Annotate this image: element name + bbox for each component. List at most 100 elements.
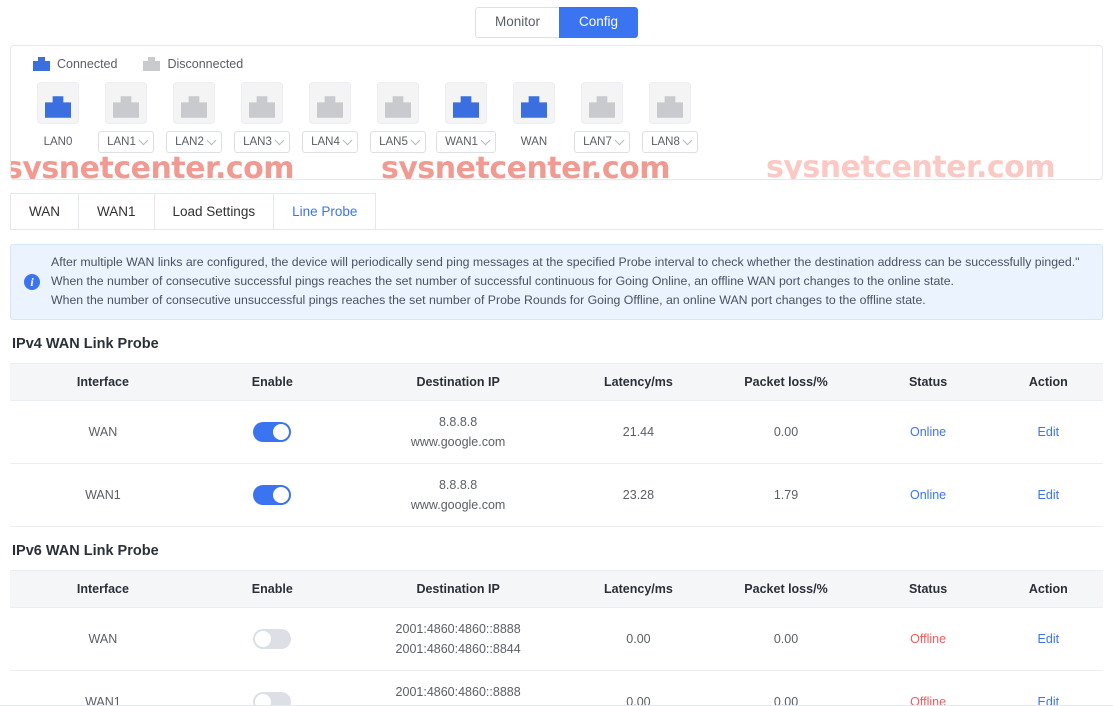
cell-latency: 21.44 — [567, 400, 710, 464]
tab-label: WAN1 — [97, 204, 136, 219]
destination-entry: www.google.com — [410, 435, 506, 449]
status-badge[interactable]: Online — [910, 425, 946, 439]
view-mode-switcher: Monitor Config — [0, 0, 1113, 45]
toggle-knob — [273, 487, 290, 503]
enable-toggle[interactable] — [253, 485, 292, 505]
rj45-disconnected-icon[interactable] — [581, 82, 623, 124]
cell-packet-loss: 0.00 — [709, 400, 863, 464]
port-lan4: LAN4 — [302, 82, 358, 153]
rj45-connected-icon[interactable] — [445, 82, 487, 124]
rj45-connected-icon[interactable] — [513, 82, 555, 124]
port-lan5: LAN5 — [370, 82, 426, 153]
legend-connected-label: Connected — [57, 57, 118, 71]
tab-wan[interactable]: WAN — [10, 193, 79, 229]
port-label-lan8[interactable]: LAN8 — [642, 131, 698, 153]
monitor-button[interactable]: Monitor — [474, 7, 559, 38]
rj45-connected-icon[interactable] — [37, 82, 79, 124]
port-label-text: LAN2 — [175, 136, 204, 148]
rj45-disconnected-icon[interactable] — [241, 82, 283, 124]
rj45-connected-icon — [33, 57, 50, 71]
monitor-config-segment: Monitor Config — [474, 7, 639, 38]
edit-link[interactable]: Edit — [1038, 425, 1060, 439]
edit-link[interactable]: Edit — [1038, 488, 1060, 502]
destination-entry: 8.8.8.8 — [438, 415, 478, 429]
cell-packet-loss: 0.00 — [709, 670, 863, 706]
ipv6-table-head: Interface Enable Destination IP Latency/ms P… — [10, 570, 1103, 608]
legend-disconnected: Disconnected — [143, 57, 243, 71]
tab-load-settings[interactable]: Load Settings — [153, 193, 275, 229]
tab-wan1[interactable]: WAN1 — [78, 193, 155, 229]
port-label-lan2[interactable]: LAN2 — [166, 131, 222, 153]
settings-tabs: WAN WAN1 Load Settings Line Probe — [10, 193, 1103, 230]
ipv4-header-row: Interface Enable Destination IP Latency/ms P… — [10, 363, 1103, 401]
cell-status: Offline — [862, 607, 994, 671]
chevron-down-icon — [206, 134, 217, 145]
info-line-3: When the number of consecutive unsuccess… — [51, 293, 926, 307]
ipv4-col-status: Status — [862, 363, 994, 401]
port-label-lan4[interactable]: LAN4 — [302, 131, 358, 153]
ipv6-col-status: Status — [862, 570, 994, 608]
port-lan1: LAN1 — [98, 82, 154, 153]
port-label-lan7[interactable]: LAN7 — [574, 131, 630, 153]
rj45-disconnected-icon[interactable] — [173, 82, 215, 124]
ipv6-col-interface: Interface — [10, 570, 196, 608]
watermark-right: sysnetcenter.com — [766, 150, 1056, 180]
tab-line-probe[interactable]: Line Probe — [273, 193, 377, 229]
port-label-text: LAN1 — [107, 136, 136, 148]
config-button[interactable]: Config — [558, 7, 639, 38]
info-line-2: When the number of consecutive successfu… — [51, 274, 954, 288]
enable-toggle[interactable] — [253, 422, 292, 442]
cell-enable — [195, 607, 349, 671]
info-line-1: After multiple WAN links are configured,… — [51, 255, 1080, 269]
rj45-disconnected-icon[interactable] — [649, 82, 691, 124]
chevron-down-icon — [480, 134, 491, 145]
destination-entry: 2001:4860:4860::8844 — [395, 642, 521, 656]
cell-status: Online — [862, 400, 994, 464]
chevron-down-icon — [410, 134, 421, 145]
toggle-knob — [273, 424, 290, 440]
ipv4-table-head: Interface Enable Destination IP Latency/ms P… — [10, 363, 1103, 401]
table-row: WAN 8.8.8.8 www.google.com 21.44 0.00 Online E… — [10, 400, 1103, 464]
edit-link[interactable]: Edit — [1038, 632, 1060, 646]
port-label-text: LAN0 — [43, 136, 73, 148]
enable-toggle[interactable] — [253, 692, 292, 706]
ipv4-col-enable: Enable — [195, 363, 349, 401]
port-list: LAN0 LAN1 LAN2 LAN3 LAN4 LAN5 WAN1 WAN LAN7 LAN8 — [11, 71, 1102, 153]
tab-label: WAN — [29, 204, 60, 219]
cell-latency: 0.00 — [567, 670, 710, 706]
info-banner: i After multiple WAN links are configure… — [10, 244, 1103, 320]
probe-content: IPv4 WAN Link Probe Interface Enable Desti… — [0, 336, 1113, 706]
port-label-lan5[interactable]: LAN5 — [370, 131, 426, 153]
info-icon: i — [24, 273, 40, 290]
ipv4-probe-table: Interface Enable Destination IP Latency/ms P… — [10, 363, 1103, 527]
port-label-lan3[interactable]: LAN3 — [234, 131, 290, 153]
cell-latency: 23.28 — [567, 463, 710, 527]
ipv4-col-interface: Interface — [10, 363, 196, 401]
status-badge[interactable]: Offline — [910, 632, 946, 646]
port-legend: Connected Disconnected — [11, 46, 1102, 71]
cell-interface: WAN — [10, 607, 196, 671]
legend-connected: Connected — [33, 57, 117, 71]
cell-interface: WAN1 — [10, 463, 196, 527]
rj45-disconnected-icon — [143, 57, 161, 71]
ipv6-col-action: Action — [993, 570, 1103, 608]
port-label-text: LAN8 — [651, 136, 680, 148]
status-badge[interactable]: Online — [910, 488, 946, 502]
port-label-wan1[interactable]: WAN1 — [436, 131, 496, 153]
chevron-down-icon — [138, 134, 149, 145]
rj45-disconnected-icon[interactable] — [377, 82, 419, 124]
ipv4-col-action: Action — [993, 363, 1103, 401]
destination-entry: 2001:4860:4860::8888 — [395, 622, 521, 636]
port-label-text: LAN5 — [379, 136, 408, 148]
rj45-disconnected-icon[interactable] — [105, 82, 147, 124]
cell-action: Edit — [993, 607, 1103, 671]
port-lan7: LAN7 — [574, 82, 630, 153]
ipv4-table-body: WAN 8.8.8.8 www.google.com 21.44 0.00 Online E… — [10, 400, 1103, 527]
tab-label: Load Settings — [172, 204, 256, 219]
port-label-lan1[interactable]: LAN1 — [98, 131, 154, 153]
rj45-disconnected-icon[interactable] — [309, 82, 351, 124]
cell-interface: WAN1 — [10, 670, 196, 706]
ipv6-col-destination-ip: Destination IP — [348, 570, 568, 608]
enable-toggle[interactable] — [253, 629, 292, 649]
cell-packet-loss: 0.00 — [709, 607, 863, 671]
